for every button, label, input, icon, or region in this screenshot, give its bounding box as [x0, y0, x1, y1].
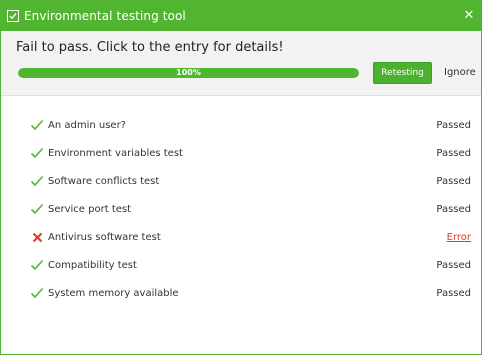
- check-icon: [30, 202, 44, 216]
- test-row[interactable]: Compatibility test Passed: [1, 251, 481, 279]
- test-label: System memory available: [48, 287, 179, 299]
- test-status: Passed: [436, 147, 471, 159]
- error-link[interactable]: Error: [447, 232, 471, 243]
- test-row[interactable]: Antivirus software test Error: [1, 223, 481, 251]
- test-label: Software conflicts test: [48, 175, 160, 187]
- close-icon: ✕: [463, 7, 475, 23]
- status-message: Fail to pass. Click to the entry for det…: [16, 40, 284, 55]
- test-label: Compatibility test: [48, 259, 137, 271]
- check-icon: [30, 146, 44, 160]
- check-icon: [30, 258, 44, 272]
- test-row[interactable]: Environment variables test Passed: [1, 139, 481, 167]
- test-label: Antivirus software test: [48, 231, 161, 243]
- test-status: Passed: [436, 203, 471, 215]
- test-status: Passed: [436, 175, 471, 187]
- window-title: Environmental testing tool: [24, 9, 186, 23]
- progress-bar: 100%: [18, 68, 359, 78]
- check-icon: [30, 174, 44, 188]
- close-button[interactable]: ✕: [461, 7, 477, 23]
- test-status: Passed: [436, 259, 471, 271]
- test-results-list: An admin user? Passed Environment variable…: [1, 111, 481, 307]
- test-label: An admin user?: [48, 119, 126, 131]
- test-status: Passed: [436, 119, 471, 131]
- title-bar: Environmental testing tool ✕: [1, 1, 481, 31]
- environment-test-window: Environmental testing tool ✕ Fail to pas…: [0, 0, 482, 355]
- retest-button[interactable]: Retesting: [373, 62, 432, 84]
- check-icon: [30, 286, 44, 300]
- ignore-button[interactable]: Ignore: [444, 67, 476, 78]
- test-row[interactable]: System memory available Passed: [1, 279, 481, 307]
- test-label: Environment variables test: [48, 147, 183, 159]
- app-checklist-icon: [7, 10, 19, 22]
- check-icon: [30, 118, 44, 132]
- test-row[interactable]: Service port test Passed: [1, 195, 481, 223]
- test-row[interactable]: Software conflicts test Passed: [1, 167, 481, 195]
- test-status: Passed: [436, 287, 471, 299]
- test-label: Service port test: [48, 203, 132, 215]
- status-panel: Fail to pass. Click to the entry for det…: [1, 31, 481, 96]
- test-row[interactable]: An admin user? Passed: [1, 111, 481, 139]
- cross-icon: [30, 230, 44, 244]
- progress-label: 100%: [176, 68, 201, 77]
